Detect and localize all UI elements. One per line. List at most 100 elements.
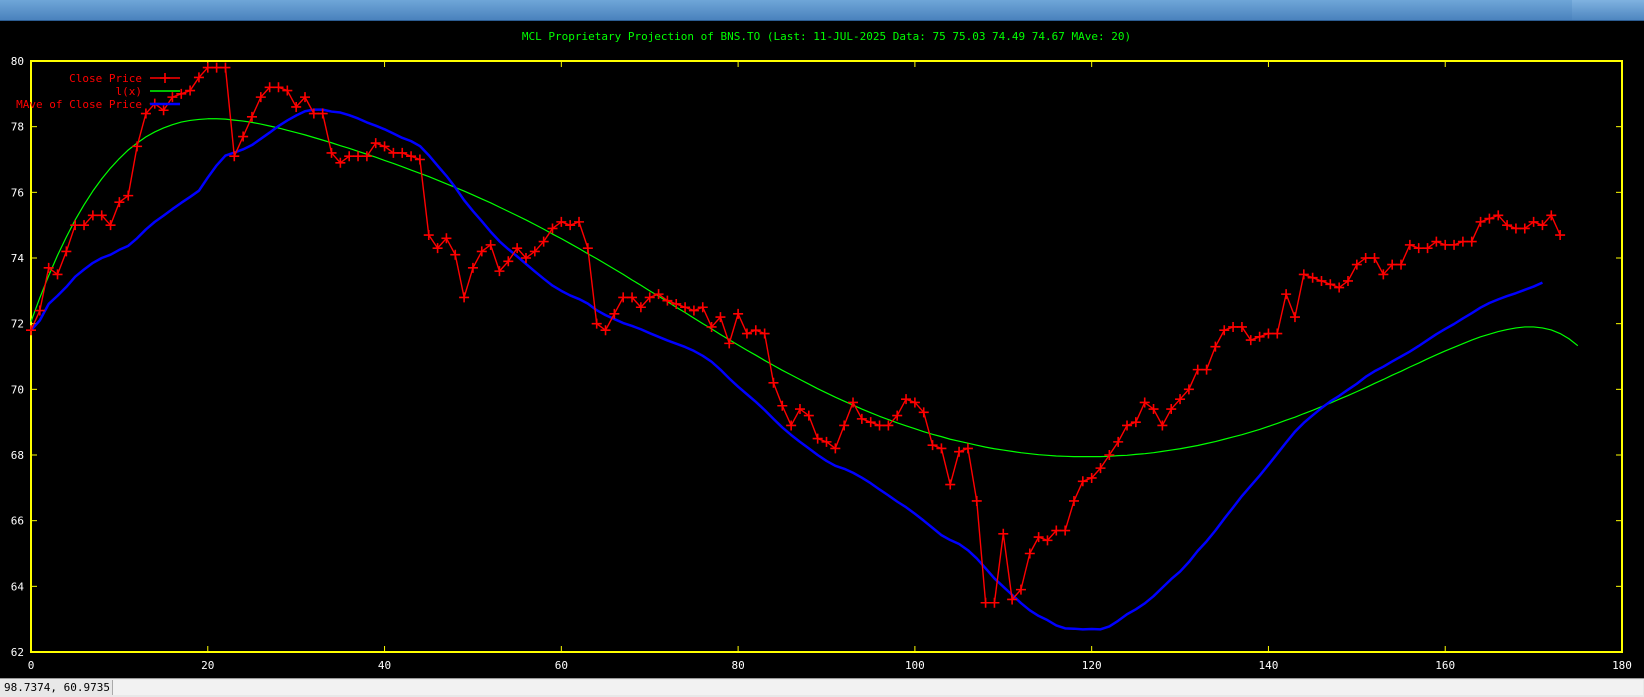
close-price-point [697, 302, 708, 313]
close-price-point [821, 436, 832, 447]
close-price-point [750, 325, 761, 336]
close-price-point [246, 111, 257, 122]
close-price-point [43, 262, 54, 273]
plot-area: MCL Proprietary Projection of BNS.TO (La… [0, 21, 1644, 678]
close-price-point [61, 246, 72, 257]
close-price-point [1228, 321, 1239, 332]
close-price-point [1413, 243, 1424, 254]
chart-title: MCL Proprietary Projection of BNS.TO (La… [522, 30, 1131, 43]
close-price-point [185, 85, 196, 96]
legend-label: MAve of Close Price [16, 98, 142, 111]
close-price-point [1122, 420, 1133, 431]
close-price-point [1449, 239, 1460, 250]
close-price-point [1281, 289, 1292, 300]
close-price-point [1316, 275, 1327, 286]
close-price-point [1077, 476, 1088, 487]
x-tick-label: 80 [731, 659, 744, 672]
legend-label: Close Price [69, 72, 142, 85]
close-price-point [273, 82, 284, 93]
y-tick-label: 78 [11, 121, 24, 134]
close-price-point [1298, 269, 1309, 280]
close-price-point [954, 446, 965, 457]
close-price-point [839, 420, 850, 431]
close-price-point [1024, 548, 1035, 559]
y-tick-label: 62 [11, 646, 24, 659]
series-line-0 [30, 66, 1561, 604]
close-price-point [980, 597, 991, 608]
close-price-point [459, 292, 470, 303]
close-price-point [1254, 331, 1265, 342]
close-price-point [52, 269, 63, 280]
x-tick-label: 180 [1612, 659, 1632, 672]
close-price-point [803, 410, 814, 421]
y-tick-label: 80 [11, 55, 24, 68]
close-price-point [167, 92, 178, 103]
x-tick-label: 0 [28, 659, 35, 672]
series-line-1 [30, 118, 1579, 458]
close-price-point [1360, 253, 1371, 263]
close-price-point [1130, 417, 1141, 428]
close-price-point [379, 141, 390, 152]
close-price-point [388, 147, 399, 158]
close-price-point [856, 413, 867, 424]
close-price-point [282, 85, 293, 96]
x-tick-label: 160 [1435, 659, 1455, 672]
status-bar: 98.7374, 60.9735 [0, 678, 1644, 697]
y-tick-label: 70 [11, 383, 24, 396]
close-price-point [1192, 364, 1203, 375]
close-price-point [574, 216, 585, 227]
close-price-point [600, 325, 611, 336]
close-price-point [1510, 223, 1521, 234]
close-price-point [1060, 525, 1071, 536]
close-price-point [848, 397, 859, 408]
y-tick-label: 66 [11, 515, 24, 528]
close-price-point [1404, 239, 1415, 250]
close-price-point [989, 597, 1000, 608]
close-price-point [962, 443, 973, 454]
window-title-bar [0, 0, 1644, 21]
close-price-point [370, 138, 381, 149]
close-price-point [768, 377, 779, 388]
close-price-point [423, 230, 434, 241]
close-price-point [70, 220, 81, 231]
close-price-point [1104, 450, 1115, 460]
legend-marker [160, 73, 170, 83]
close-price-point [591, 318, 602, 329]
close-price-point [901, 394, 912, 405]
close-price-point [1236, 321, 1247, 332]
close-price-point [1431, 236, 1442, 247]
close-price-point [1210, 341, 1221, 352]
x-tick-label: 20 [201, 659, 214, 672]
close-price-point [998, 528, 1009, 539]
close-price-point [786, 420, 797, 431]
close-price-point [1396, 259, 1407, 270]
close-price-point [971, 495, 982, 506]
x-tick-label: 100 [905, 659, 925, 672]
window-controls[interactable] [1572, 0, 1644, 20]
close-price-point [812, 433, 823, 444]
close-price-point [936, 443, 947, 454]
status-pane [112, 680, 1643, 695]
close-price-point [1148, 404, 1159, 415]
plot-border [30, 60, 1623, 653]
close-price-point [485, 239, 496, 250]
close-price-point [1342, 275, 1353, 286]
close-price-point [397, 147, 408, 158]
close-price-point [1466, 236, 1477, 247]
close-price-point [565, 220, 576, 231]
close-price-point [874, 420, 885, 431]
close-price-point [1440, 239, 1451, 250]
close-price-point [344, 151, 355, 162]
close-price-point [1068, 495, 1079, 506]
close-price-point [1422, 243, 1433, 254]
close-price-point [741, 328, 752, 339]
close-price-point [406, 151, 417, 162]
close-price-point [1263, 328, 1274, 339]
close-price-point [759, 328, 770, 339]
series-line-2 [30, 108, 1543, 631]
close-price-point [114, 197, 125, 208]
x-tick-label: 40 [378, 659, 391, 672]
close-price-point [467, 262, 478, 273]
close-price-point [865, 417, 876, 428]
close-price-point [688, 305, 699, 316]
